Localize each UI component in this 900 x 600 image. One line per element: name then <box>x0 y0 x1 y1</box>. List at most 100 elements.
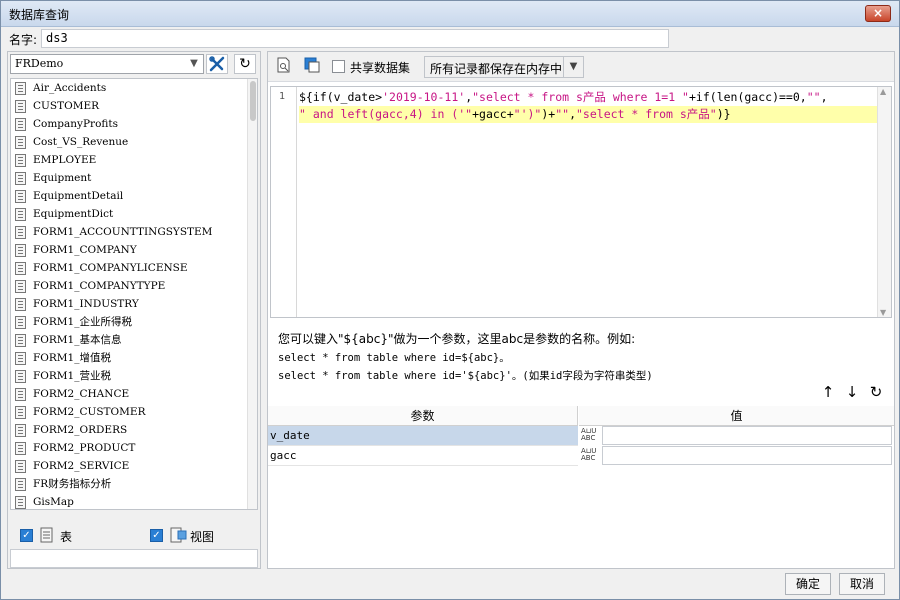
table-icon <box>15 118 26 131</box>
query-panel: 共享数据集 所有记录都保存在内存中 ▼ 1 ${if(v_date>'2019-… <box>267 51 895 569</box>
move-up-button[interactable]: ↑ <box>818 382 838 402</box>
table-name: FORM1_COMPANYLICENSE <box>33 262 188 274</box>
preview-icon <box>277 57 290 73</box>
param-value-input[interactable] <box>602 426 892 445</box>
arrow-up-icon: ↑ <box>821 383 835 401</box>
show-tables-checkbox[interactable]: ✓ <box>20 529 33 542</box>
scroll-up-icon[interactable]: ▲ <box>880 87 886 96</box>
list-item[interactable]: FORM2_CHANCE <box>11 385 257 403</box>
table-icon <box>15 460 26 473</box>
param-value-input[interactable] <box>602 446 892 465</box>
table-row[interactable]: v_date A⊔U ABC <box>268 426 894 446</box>
param-type-icon[interactable]: A⊔U ABC <box>580 446 602 466</box>
code-token: "select * from s产品" <box>576 107 717 121</box>
list-item[interactable]: FORM2_PRODUCT <box>11 439 257 457</box>
list-item[interactable]: EquipmentDict <box>11 205 257 223</box>
table-name: FR财务指标分析 <box>33 478 112 490</box>
code-line-2: " and left(gacc,4) in ('"+gacc+"')")+"",… <box>299 106 877 123</box>
table-icon <box>40 527 53 543</box>
table-icon <box>15 262 26 275</box>
table-icon <box>15 442 26 455</box>
table-icon <box>15 424 26 437</box>
list-item[interactable]: CompanyProfits <box>11 115 257 133</box>
code-token: , <box>569 107 576 121</box>
name-input[interactable]: ds3 <box>41 29 669 48</box>
list-item[interactable]: CUSTOMER <box>11 97 257 115</box>
list-item[interactable]: EMPLOYEE <box>11 151 257 169</box>
table-name: Cost_VS_Revenue <box>33 136 129 148</box>
cancel-button[interactable]: 取消 <box>839 573 885 595</box>
memory-mode-select[interactable]: 所有记录都保存在内存中 ▼ <box>424 56 584 78</box>
list-item[interactable]: EquipmentDetail <box>11 187 257 205</box>
table-icon <box>15 496 26 509</box>
show-views-checkbox[interactable]: ✓ <box>150 529 163 542</box>
share-dataset-checkbox[interactable] <box>332 60 345 73</box>
table-name: FORM1_企业所得税 <box>33 316 132 328</box>
table-row[interactable]: gacc A⊔U ABC <box>268 446 894 466</box>
list-item[interactable]: FORM1_COMPANY <box>11 241 257 259</box>
table-icon <box>15 82 26 95</box>
list-item[interactable]: Cost_VS_Revenue <box>11 133 257 151</box>
query-toolbar: 共享数据集 所有记录都保存在内存中 ▼ <box>268 52 894 82</box>
table-icon <box>15 280 26 293</box>
table-icon <box>15 298 26 311</box>
name-label: 名字: <box>9 33 38 47</box>
hint-line-3: select * from table where id='${abc}'。(如… <box>278 370 653 382</box>
refresh-params-button[interactable]: ↻ <box>866 382 886 402</box>
table-search-input[interactable] <box>10 549 258 568</box>
move-down-button[interactable]: ↓ <box>842 382 862 402</box>
table-icon <box>15 154 26 167</box>
list-item[interactable]: FORM1_ACCOUNTTINGSYSTEM <box>11 223 257 241</box>
list-item[interactable]: Air_Accidents <box>11 79 257 97</box>
scroll-down-icon[interactable]: ▼ <box>880 308 886 317</box>
table-name: CompanyProfits <box>33 118 119 130</box>
list-item[interactable]: FORM1_INDUSTRY <box>11 295 257 313</box>
code-token: , <box>820 90 828 104</box>
database-select-value: FRDemo <box>15 57 64 70</box>
close-button[interactable]: × <box>865 5 891 22</box>
param-type-icon[interactable]: A⊔U ABC <box>580 426 602 446</box>
ok-button[interactable]: 确定 <box>785 573 831 595</box>
list-item[interactable]: FORM2_CUSTOMER <box>11 403 257 421</box>
chevron-down-icon: ▼ <box>563 57 583 77</box>
code-token: "" <box>806 90 821 104</box>
preview-button[interactable] <box>274 57 294 77</box>
table-name: FORM2_CHANCE <box>33 388 130 400</box>
list-item[interactable]: FORM1_企业所得税 <box>11 313 257 331</box>
list-item[interactable]: FORM1_基本信息 <box>11 331 257 349</box>
database-select[interactable]: FRDemo ▼ <box>10 54 204 74</box>
sql-editor[interactable]: 1 ${if(v_date>'2019-10-11',"select * fro… <box>270 86 892 318</box>
table-icon <box>15 370 26 383</box>
code-token: "select * from s产品 where 1=1 " <box>472 90 689 104</box>
table-icon <box>15 136 26 149</box>
database-table-button[interactable] <box>302 57 322 77</box>
list-item[interactable]: FORM1_营业税 <box>11 367 257 385</box>
memory-mode-value: 所有记录都保存在内存中 <box>430 62 563 76</box>
code-token: '2019-10-11' <box>382 90 466 104</box>
parameter-hint: 您可以键入"${abc}"做为一个参数，这里abc是参数的名称。例如: sele… <box>278 330 878 383</box>
list-item[interactable]: GisMap <box>11 493 257 509</box>
list-item[interactable]: FR财务指标分析 <box>11 475 257 493</box>
table-icon <box>15 226 26 239</box>
title-bar: 数据库查询 × <box>1 1 899 27</box>
table-list: Air_Accidents CUSTOMER CompanyProfits Cost_… <box>10 78 258 510</box>
table-icon <box>15 172 26 185</box>
list-item[interactable]: FORM2_SERVICE <box>11 457 257 475</box>
table-name: EMPLOYEE <box>33 154 97 166</box>
list-item[interactable]: FORM1_增值税 <box>11 349 257 367</box>
list-item[interactable]: FORM1_COMPANYTYPE <box>11 277 257 295</box>
window-title: 数据库查询 <box>9 8 70 22</box>
database-query-dialog: 数据库查询 × 名字: ds3 FRDemo ▼ ↻ Air_Accidents… <box>0 0 900 600</box>
list-item[interactable]: Equipment <box>11 169 257 187</box>
line-number-gutter: 1 <box>271 87 297 317</box>
table-icon <box>15 316 26 329</box>
list-item[interactable]: FORM1_COMPANYLICENSE <box>11 259 257 277</box>
code-token: " and left(gacc,4) in ('" <box>299 107 473 121</box>
table-name: FORM1_COMPANYTYPE <box>33 280 166 292</box>
connection-settings-button[interactable] <box>206 54 228 74</box>
refresh-tables-button[interactable]: ↻ <box>234 54 256 74</box>
editor-scrollbar[interactable]: ▲ ▼ <box>877 87 891 317</box>
table-name: FORM1_ACCOUNTTINGSYSTEM <box>33 226 213 238</box>
share-dataset-label: 共享数据集 <box>350 61 411 75</box>
list-item[interactable]: FORM2_ORDERS <box>11 421 257 439</box>
